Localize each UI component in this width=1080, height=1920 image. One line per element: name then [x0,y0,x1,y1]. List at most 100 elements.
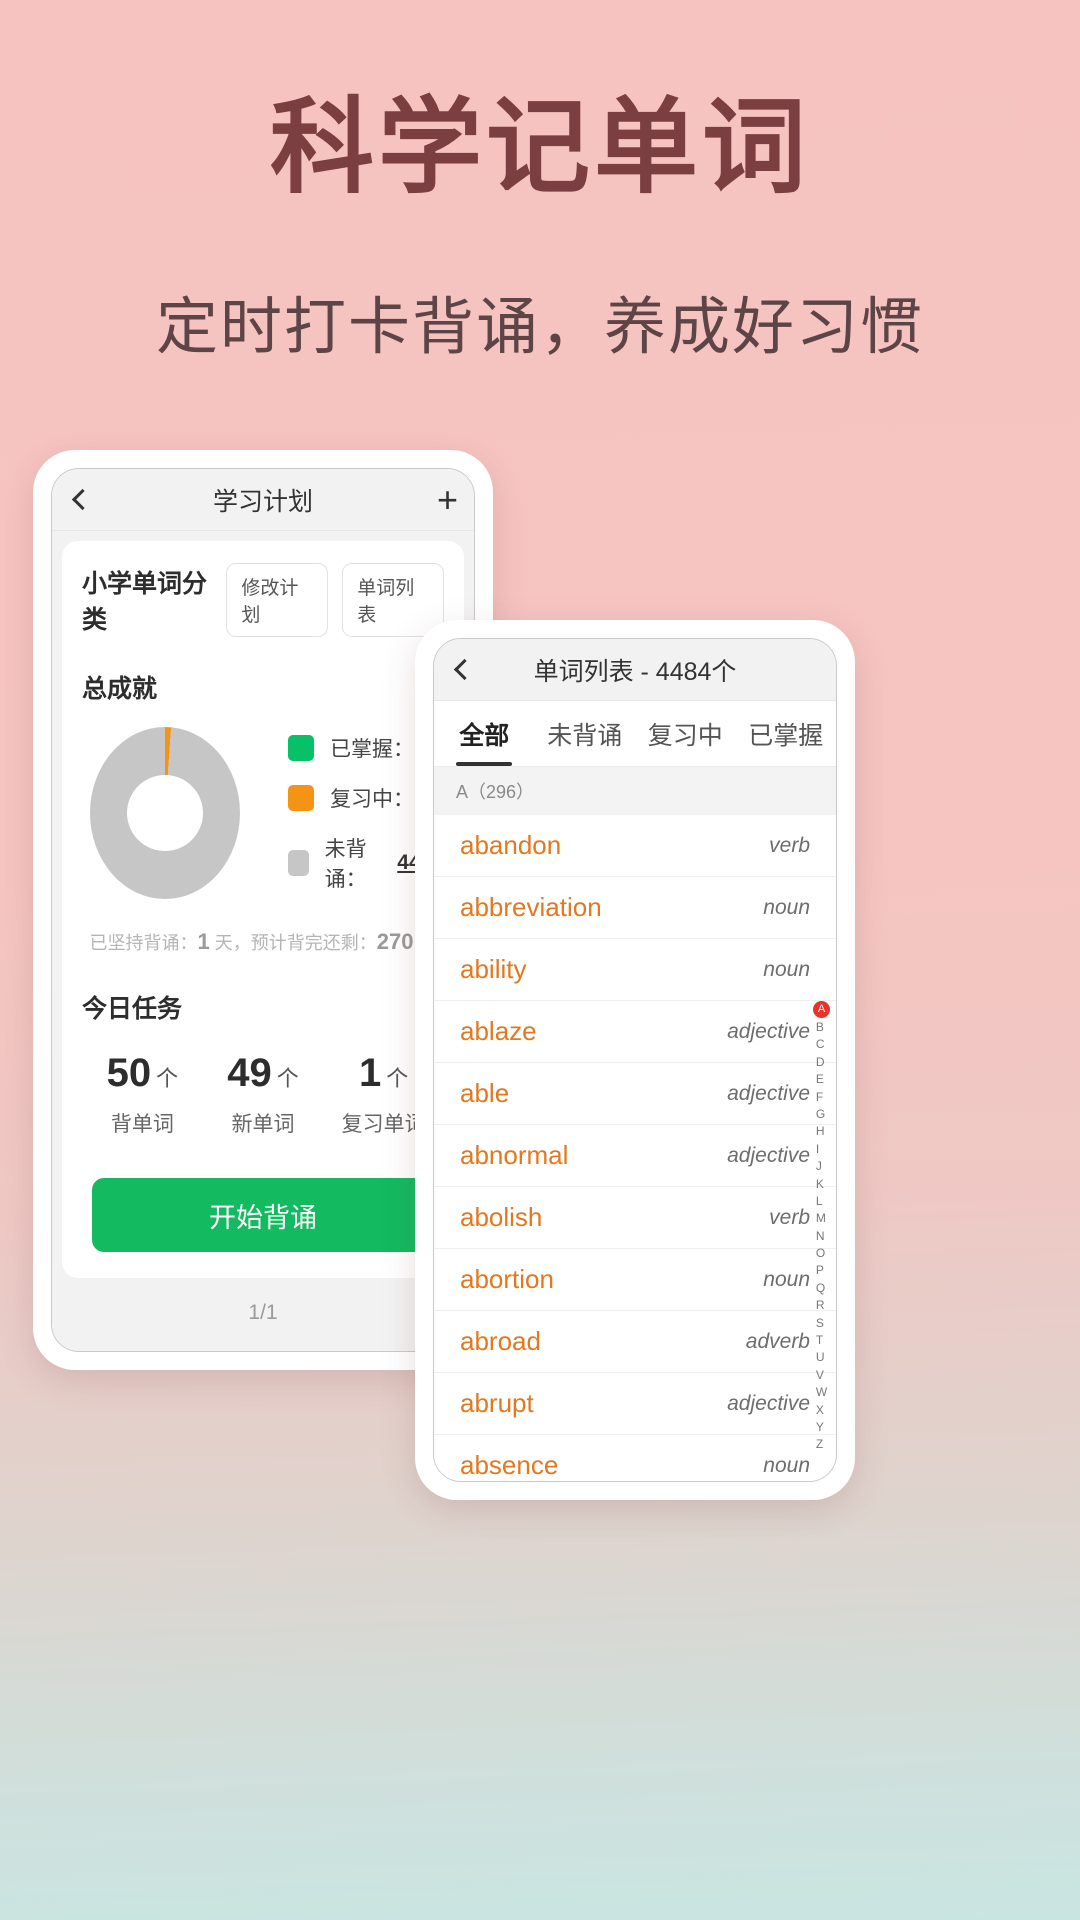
page-subtitle: 定时打卡背诵，养成好习惯 [155,293,924,363]
word-row[interactable]: abnormal adjective [434,1125,836,1187]
tab-unlearned[interactable]: 未背诵 [535,701,636,766]
word-pos: adjective [727,1019,810,1043]
word-row[interactable]: abortion noun [434,1249,836,1311]
edit-plan-button[interactable]: 修改计划 [226,563,329,637]
phone2-navbar: 单词列表 - 4484个 [434,639,836,701]
legend-swatch-reviewing [288,785,315,811]
tab-all[interactable]: 全部 [434,701,535,766]
word-pos: noun [763,1267,810,1291]
word-row[interactable]: abbreviation noun [434,877,836,939]
legend-swatch-mastered [288,735,315,761]
alphabet-current-letter[interactable]: A [813,1001,830,1018]
page-title: 科学记单词 [269,91,810,206]
alphabet-letter[interactable]: D [816,1054,827,1071]
legend-swatch-unlearned [288,850,309,876]
word-pos: adjective [727,1081,810,1105]
phone2-body: 全部 未背诵 复习中 已掌握 A（296） abandon verb abbrevi… [434,701,837,1481]
phone1-screen: 学习计划 + 小学单词分类 修改计划 单词列表 总成就 已掌握： 复习中： 未背… [51,468,475,1352]
alphabet-letter[interactable]: R [816,1297,827,1314]
add-plan-button[interactable]: + [437,469,458,531]
word-row[interactable]: abolish verb [434,1187,836,1249]
word-list[interactable]: abandon verb abbreviation noun ability noun ab… [434,815,836,1481]
alphabet-letter[interactable]: H [816,1123,827,1140]
word-row[interactable]: ablaze adjective [434,1001,836,1063]
word-list-button[interactable]: 单词列表 [342,563,444,637]
word-text: abnormal [460,1140,569,1170]
alphabet-letters[interactable]: BCDEFGHIJKLMNOPQRSTUVWXYZ [816,1019,827,1454]
alphabet-letter[interactable]: U [816,1349,827,1366]
stat-0-label: 背单词 [110,1113,174,1136]
word-row[interactable]: absence noun [434,1435,836,1481]
stat-1-number: 49 [227,1051,272,1095]
chevron-left-icon [453,658,476,681]
persistence-stat: 已坚持背诵：1 天，预计背完还剩：270 天 [82,929,444,955]
alphabet-letter[interactable]: Z [816,1436,827,1453]
stat-review-words: 50 个 背单词 [82,1051,203,1138]
hero-section: 科学记单词 定时打卡背诵，养成好习惯 [0,0,1080,366]
chevron-left-icon [71,488,94,511]
word-pos: verb [769,1205,810,1229]
persist-prefix: 已坚持背诵： [89,933,198,953]
tab-mastered[interactable]: 已掌握 [736,701,837,766]
back-button-2[interactable] [434,639,490,701]
word-row[interactable]: abandon verb [434,815,836,877]
word-row[interactable]: abroad adverb [434,1311,836,1373]
alphabet-letter[interactable]: S [816,1315,827,1332]
word-row[interactable]: able adjective [434,1063,836,1125]
back-button[interactable] [52,469,108,531]
word-pos: adjective [727,1143,810,1167]
phone1-body: 小学单词分类 修改计划 单词列表 总成就 已掌握： 复习中： 未背诵： 已坚持背… [52,531,474,1351]
stat-1-label: 新单词 [231,1113,295,1136]
alphabet-letter[interactable]: I [816,1141,827,1158]
word-row[interactable]: abrupt adjective [434,1373,836,1435]
legend-label-unlearned: 未背诵： [324,838,367,891]
achievement-title: 总成就 [82,675,158,703]
alphabet-letter[interactable]: X [816,1402,827,1419]
alphabet-letter[interactable]: T [816,1332,827,1349]
stat-1-unit: 个 [276,1066,299,1091]
alphabet-letter[interactable]: C [816,1036,827,1053]
alphabet-letter[interactable]: W [816,1384,827,1401]
start-recite-button[interactable]: 开始背诵 [92,1178,434,1252]
phone1-nav-title: 学习计划 [212,487,313,516]
stat-1-value-row: 49 个 [203,1051,324,1096]
legend-label-reviewing: 复习中： [330,788,415,811]
phone2-nav-title: 单词列表 - 4484个 [533,657,737,686]
alphabet-letter[interactable]: M [816,1210,827,1227]
persist-remaining: 270 [376,929,414,954]
alphabet-letter[interactable]: B [816,1019,827,1036]
stat-2-unit: 个 [386,1066,409,1091]
alphabet-letter[interactable]: G [816,1106,827,1123]
alphabet-letter[interactable]: O [816,1245,827,1262]
alphabet-letter[interactable]: J [816,1158,827,1175]
word-text: abroad [460,1326,541,1356]
stat-new-words: 49 个 新单词 [203,1051,324,1138]
word-pos: noun [763,957,810,981]
alphabet-index-bar[interactable]: A BCDEFGHIJKLMNOPQRSTUVWXYZ [813,1001,830,1454]
stat-2-number: 1 [359,1051,382,1095]
alphabet-letter[interactable]: N [816,1228,827,1245]
alphabet-letter[interactable]: E [816,1071,827,1088]
word-pos: noun [763,895,810,919]
alphabet-letter[interactable]: F [816,1089,827,1106]
alphabet-letter[interactable]: L [816,1193,827,1210]
plan-actions: 修改计划 单词列表 [226,563,444,637]
achievement-donut-chart [90,727,241,899]
word-text: abolish [460,1202,543,1232]
today-task-stats: 50 个 背单词 49 个 新单词 1个 复习单词 [82,1051,444,1138]
achievement-chart-row: 已掌握： 0 复习中： 50 未背诵： 4434 [82,727,444,899]
word-pos: adverb [745,1329,810,1353]
alphabet-letter[interactable]: P [816,1262,827,1279]
word-row[interactable]: ability noun [434,939,836,1001]
word-text: ablaze [460,1016,537,1046]
alphabet-letter[interactable]: Q [816,1280,827,1297]
phone-word-list: 单词列表 - 4484个 全部 未背诵 复习中 已掌握 A（296） aband… [415,620,855,1500]
tab-reviewing[interactable]: 复习中 [635,701,736,766]
stat-0-unit: 个 [156,1066,179,1091]
word-text: abbreviation [460,892,602,922]
word-text: ability [460,954,527,984]
alphabet-letter[interactable]: Y [816,1419,827,1436]
alphabet-letter[interactable]: V [816,1367,827,1384]
alphabet-letter[interactable]: K [816,1176,827,1193]
word-pos: verb [769,833,810,857]
